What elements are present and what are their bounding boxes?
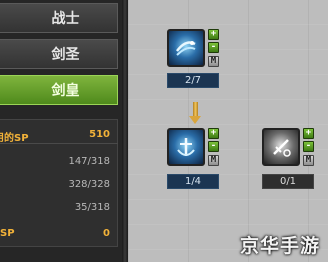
watermark-logo: 京华手游 (239, 235, 320, 257)
sp-row: 35/318 (74, 202, 110, 213)
skill-plus-button[interactable]: + (303, 128, 314, 139)
divider (0, 143, 118, 144)
sp-summary: 用的SP 510 147/318 328/328 35/318 SP 0 (0, 119, 118, 247)
locked-sword-icon[interactable] (262, 128, 300, 166)
class-panel: 战士 剑圣 剑皇 用的SP 510 147/318 328/328 35/318… (0, 0, 122, 262)
skill-minus-button[interactable]: - (208, 42, 219, 53)
arrow-down-icon (189, 116, 201, 124)
skill-plus-button[interactable]: + (208, 29, 219, 40)
sp-row-remaining: SP 0 (0, 228, 110, 239)
class-tab-sword-saint[interactable]: 剑圣 (0, 39, 118, 69)
skill-plus-button[interactable]: + (208, 128, 219, 139)
wind-slash-icon[interactable] (167, 29, 205, 67)
class-tab-warrior[interactable]: 战士 (0, 3, 118, 33)
sp-row: 328/328 (68, 179, 110, 190)
skill-minus-button[interactable]: - (208, 141, 219, 152)
skill-level: 0/1 (262, 174, 314, 189)
skill-max-button[interactable]: M (303, 155, 314, 166)
sp-row: 147/318 (68, 156, 110, 167)
anchor-strike-icon[interactable] (167, 128, 205, 166)
skill-minus-button[interactable]: - (303, 141, 314, 152)
skill-max-button[interactable]: M (208, 56, 219, 67)
skill-level: 2/7 (167, 73, 219, 88)
skill-level: 1/4 (167, 174, 219, 189)
skill-max-button[interactable]: M (208, 155, 219, 166)
class-tab-sword-emperor[interactable]: 剑皇 (0, 75, 118, 105)
